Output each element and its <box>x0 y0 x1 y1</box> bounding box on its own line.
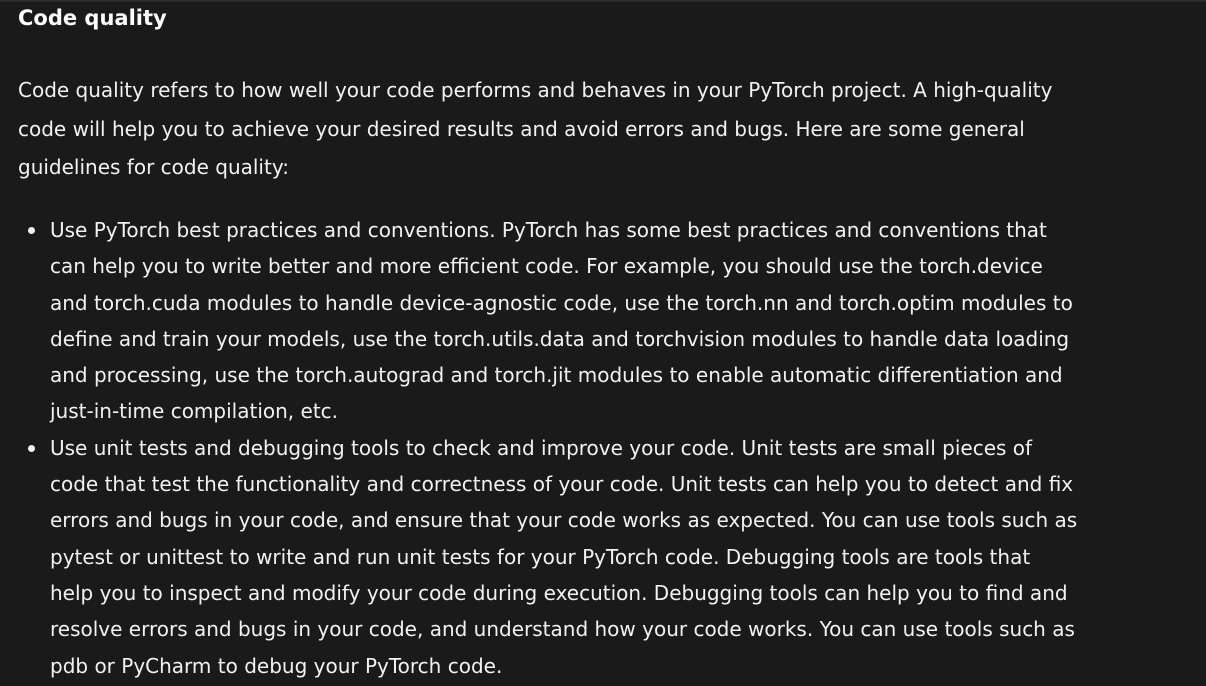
intro-paragraph: Code quality refers to how well your cod… <box>18 78 1053 179</box>
bullet-icon <box>28 227 35 234</box>
guidelines-list: Use PyTorch best practices and conventio… <box>18 212 1078 684</box>
bullet-icon <box>28 444 35 452</box>
list-item-text: Use unit tests and debugging tools to ch… <box>50 435 1078 678</box>
top-divider <box>0 0 1206 2</box>
list-item: Use unit tests and debugging tools to ch… <box>18 430 1078 684</box>
section-heading: Code quality <box>18 6 167 30</box>
list-item: Use PyTorch best practices and conventio… <box>18 212 1078 430</box>
list-item-text: Use PyTorch best practices and conventio… <box>50 218 1073 424</box>
chat-response-page: Code quality Code quality refers to how … <box>0 0 1206 686</box>
